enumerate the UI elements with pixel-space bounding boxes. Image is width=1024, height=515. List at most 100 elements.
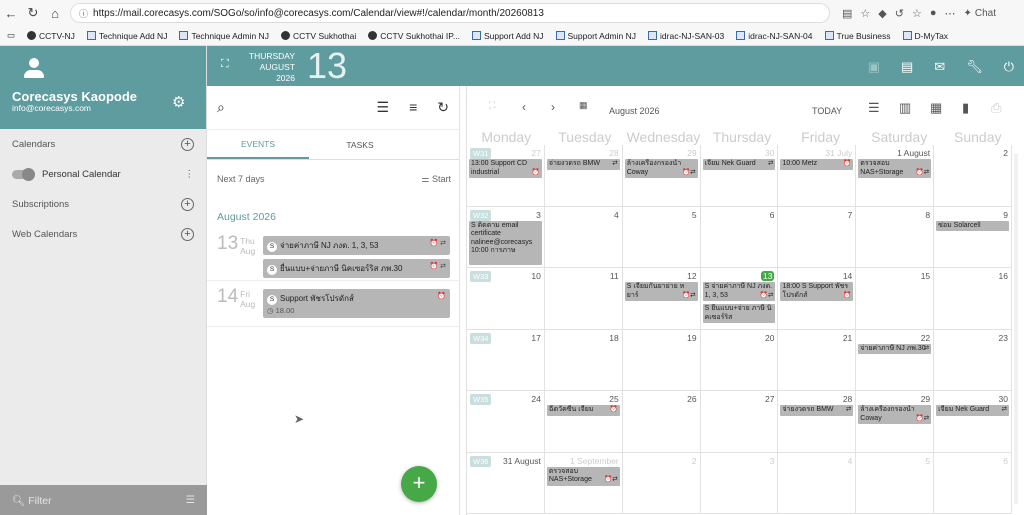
- day-cell[interactable]: 13 S จ่ายค่าภาษี NJ ภงด. 1, 3, 53 ⏰⇄ S ยื่น…: [701, 268, 779, 329]
- bookmark-item[interactable]: idrac-NJ-SAN-03: [648, 31, 724, 41]
- reload-icon[interactable]: ↻: [22, 5, 44, 21]
- calendar-event[interactable]: ซ่อม Solarcell: [936, 220, 1010, 231]
- calendar-event[interactable]: ฉีดวัคซีน เจียม ⏰: [546, 405, 620, 416]
- day-cell[interactable]: 27: [701, 391, 779, 452]
- week-number[interactable]: W36: [470, 455, 492, 467]
- day-cell[interactable]: 5: [856, 452, 935, 513]
- filter-input[interactable]: Filter: [28, 495, 51, 507]
- day-cell[interactable]: 22 จ่ายค่าภาษี NJ ภพ.30 ⇄: [856, 329, 935, 390]
- day-cell[interactable]: 26: [623, 391, 701, 452]
- bookmark-item[interactable]: Technique Add NJ: [86, 31, 167, 41]
- bookmark-item[interactable]: CCTV Sukhothai: [280, 31, 356, 41]
- extension-icon[interactable]: ◆: [878, 7, 886, 20]
- home-icon[interactable]: ⌂: [44, 6, 66, 21]
- calendar-event[interactable]: S เจียมกันยาย่าย หยาร์ ⏰⇄: [624, 282, 698, 301]
- day-cell[interactable]: W33 10: [467, 268, 545, 329]
- personal-calendar-toggle[interactable]: [12, 167, 35, 181]
- site-info-icon[interactable]: ⓘ: [79, 7, 88, 20]
- day-cell[interactable]: 2: [623, 452, 701, 513]
- day-cell[interactable]: 25 ฉีดวัคซีน เจียม ⏰: [545, 391, 623, 452]
- day-cell[interactable]: 30 เจียม Nek Guard ⇄: [934, 391, 1013, 452]
- day-cell[interactable]: 29 ล้างเครื่องกรองน้ำ Coway ⏰⇄: [623, 145, 701, 206]
- filter-icon[interactable]: ☰: [377, 99, 390, 116]
- day-cell[interactable]: 1 August ตรวจสอบ NAS+Storage ⏰⇄: [856, 145, 935, 206]
- week-number[interactable]: W34: [470, 332, 492, 344]
- calendar-app-icon[interactable]: ▣: [868, 59, 880, 75]
- sidebar-subscriptions[interactable]: Subscriptions +: [0, 189, 206, 219]
- day-cell[interactable]: W34 17: [467, 329, 545, 390]
- filter-bar[interactable]: 🔍︎ Filter ☰: [0, 485, 207, 515]
- bookmark-item[interactable]: Support Admin NJ: [555, 31, 636, 41]
- add-event-button[interactable]: +: [401, 466, 437, 502]
- preferences-wrench-icon[interactable]: 🔧︎: [966, 59, 983, 75]
- calendar-event[interactable]: 18:00 S Support พัชรโปรดักส์ ⏰: [780, 282, 854, 301]
- bookmark-item[interactable]: idrac-NJ-SAN-04: [736, 31, 813, 41]
- reader-icon[interactable]: ▤: [842, 7, 852, 20]
- bookmark-item[interactable]: CCTV Sukhothai IP...: [368, 31, 460, 41]
- date-picker-icon[interactable]: ▦: [579, 100, 588, 111]
- calendar-scrollbar[interactable]: [1012, 144, 1020, 510]
- day-cell[interactable]: 29 ล้างเครื่องกรองน้ำ Coway ⏰⇄: [856, 391, 935, 452]
- refresh-icon[interactable]: ↻: [437, 99, 449, 116]
- day-cell[interactable]: 7: [778, 206, 857, 267]
- day-cell[interactable]: 8: [856, 206, 935, 267]
- day-cell[interactable]: 12 S เจียมกันยาย่าย หยาร์ ⏰⇄: [623, 268, 701, 329]
- day-cell[interactable]: 1 September ตรวจสอบ NAS+Storage ⏰⇄: [545, 452, 623, 513]
- week-number[interactable]: W35: [470, 394, 492, 405]
- copilot-chat-button[interactable]: ✦ Chat: [964, 8, 997, 19]
- day-cell[interactable]: 6: [934, 452, 1013, 513]
- more-vert-icon[interactable]: ⋮: [185, 169, 195, 180]
- day-cell[interactable]: W32 3 S ติดตาม email certificate nalinee@c…: [467, 206, 545, 267]
- day-cell[interactable]: 15: [856, 268, 935, 329]
- sidebar-web-calendars[interactable]: Web Calendars +: [0, 219, 206, 249]
- day-cell[interactable]: 4: [778, 452, 857, 513]
- day-cell[interactable]: 21: [778, 329, 857, 390]
- day-cell[interactable]: 30 เจียม Nek Guard ⇄: [701, 145, 779, 206]
- event-item[interactable]: S ยื่นแบบ+จ่ายภาษี นิคเซอร์ริส ภพ.30 ⏰ ⇄: [263, 259, 450, 278]
- sidebar-item-personal-calendar[interactable]: Personal Calendar ⋮: [0, 159, 206, 189]
- day-cell[interactable]: W31 27 13:00 Support CD industrial ⏰: [467, 145, 545, 206]
- calendar-event[interactable]: S ติดตาม email certificate nalinee@corec…: [469, 220, 542, 265]
- next-month-icon[interactable]: ›: [551, 100, 555, 114]
- calendar-event[interactable]: จ่ายค่าภาษี NJ ภพ.30 ⇄: [858, 343, 932, 354]
- menu-icon[interactable]: ☰: [186, 494, 195, 506]
- favorite-icon[interactable]: ☆: [860, 7, 870, 20]
- tab-events[interactable]: EVENTS: [207, 130, 309, 159]
- today-button[interactable]: TODAY: [812, 106, 842, 116]
- day-cell[interactable]: 5: [623, 206, 701, 267]
- bookmark-item[interactable]: CCTV-NJ: [27, 31, 75, 41]
- day-cell[interactable]: 31 July 10:00 Metz ⏰: [778, 145, 857, 206]
- range-select[interactable]: Next 7 days: [217, 174, 265, 184]
- calendar-event[interactable]: ตรวจสอบ NAS+Storage ⏰⇄: [546, 466, 620, 486]
- day-cell[interactable]: 11: [545, 268, 623, 329]
- add-calendar-icon[interactable]: +: [181, 137, 194, 151]
- day-cell[interactable]: 4: [545, 206, 623, 267]
- bookmark-item[interactable]: Technique Admin NJ: [179, 31, 269, 41]
- search-icon[interactable]: ⌕: [217, 99, 225, 116]
- calendar-event[interactable]: S ยื่นแบบ+จ่าย ภาษี นิคเซอร์ริส: [702, 304, 776, 323]
- calendar-event[interactable]: ล้างเครื่องกรองน้ำ Coway ⏰⇄: [858, 405, 932, 424]
- week-number[interactable]: W31: [470, 148, 492, 159]
- calendar-event[interactable]: จ่ายงวดรถ BMW ⇄: [780, 405, 854, 416]
- add-subscription-icon[interactable]: +: [181, 197, 194, 211]
- tab-tasks[interactable]: TASKS: [309, 130, 411, 159]
- calendar-event[interactable]: S จ่ายค่าภาษี NJ ภงด. 1, 3, 53 ⏰⇄: [702, 282, 776, 301]
- calendar-event[interactable]: จ่ายงวดรถ BMW ⇄: [546, 159, 620, 170]
- logout-power-icon[interactable]: ⏻: [1004, 59, 1014, 75]
- day-view-icon[interactable]: ☰: [868, 100, 880, 116]
- week-number[interactable]: W33: [470, 271, 492, 282]
- refresh-extension-icon[interactable]: ↺: [895, 7, 904, 20]
- day-cell[interactable]: 14 18:00 S Support พัชรโปรดักส์ ⏰: [778, 268, 857, 329]
- day-cell[interactable]: 2: [934, 145, 1013, 206]
- week-number[interactable]: W32: [470, 209, 492, 221]
- day-cell[interactable]: 23: [934, 329, 1013, 390]
- back-icon[interactable]: ←: [0, 6, 22, 21]
- day-cell[interactable]: 3: [701, 452, 779, 513]
- sidebar-calendars[interactable]: Calendars +: [0, 129, 206, 159]
- day-cell[interactable]: 28 จ่ายงวดรถ BMW ⇄: [778, 391, 857, 452]
- bookmark-item[interactable]: Support Add NJ: [471, 31, 544, 41]
- favorites-icon[interactable]: ☆: [912, 7, 922, 20]
- calendar-event[interactable]: 10:00 Metz ⏰: [780, 159, 854, 170]
- day-cell[interactable]: 19: [623, 329, 701, 390]
- contacts-icon[interactable]: ▤: [901, 59, 913, 75]
